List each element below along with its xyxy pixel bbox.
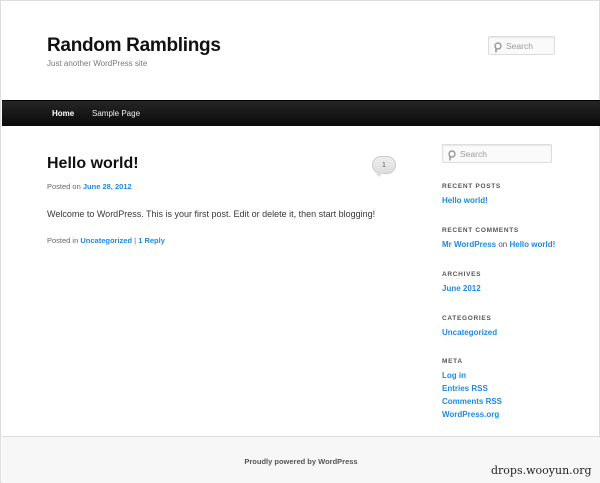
post-title[interactable]: Hello world! (47, 155, 139, 173)
post-category-link[interactable]: Uncategorized (80, 236, 132, 245)
nav-item-sample-page[interactable]: Sample Page (92, 109, 140, 118)
recent-posts-list: Hello world! (442, 194, 488, 207)
list-item: Hello world! (442, 194, 488, 207)
list-item: Comments RSS (442, 395, 502, 408)
search-placeholder: Search (460, 149, 487, 159)
comment-bubble-tail (375, 172, 384, 177)
recent-comments-list: Mr WordPress on Hello world! (442, 238, 555, 251)
list-item: June 2012 (442, 282, 481, 295)
recent-post-link[interactable]: Hello world! (442, 196, 488, 205)
comment-post-link[interactable]: Hello world! (509, 240, 555, 249)
meta-wordpress-org-link[interactable]: WordPress.org (442, 410, 499, 419)
comment-author-link[interactable]: Mr WordPress (442, 240, 496, 249)
archives-heading: Archives (442, 271, 482, 278)
list-item: WordPress.org (442, 408, 502, 421)
search-placeholder: Search (506, 41, 533, 51)
watermark: drops.wooyun.org (491, 464, 592, 477)
list-item: Entries RSS (442, 382, 502, 395)
post-reply-link[interactable]: 1 Reply (138, 236, 165, 245)
main-navigation: Home Sample Page (2, 100, 600, 126)
meta-list: Log in Entries RSS Comments RSS WordPres… (442, 369, 502, 421)
recent-posts-heading: Recent Posts (442, 183, 501, 190)
search-icon (494, 40, 503, 58)
post-meta: Posted on June 28, 2012 (47, 182, 132, 191)
posted-in-label: Posted in (47, 236, 79, 245)
list-item: Uncategorized (442, 326, 497, 339)
site-description: Just another WordPress site (47, 59, 148, 68)
page: Random Ramblings Just another WordPress … (0, 0, 600, 483)
post-footer-separator: | (134, 236, 137, 245)
post-body: Welcome to WordPress. This is your first… (47, 209, 376, 219)
archive-link[interactable]: June 2012 (442, 284, 481, 293)
category-link[interactable]: Uncategorized (442, 328, 497, 337)
meta-comments-rss-link[interactable]: Comments RSS (442, 397, 502, 406)
posted-on-label: Posted on (47, 182, 81, 191)
archives-list: June 2012 (442, 282, 481, 295)
categories-list: Uncategorized (442, 326, 497, 339)
nav-item-home[interactable]: Home (52, 109, 74, 118)
site-title[interactable]: Random Ramblings (47, 35, 221, 57)
meta-entries-rss-link[interactable]: Entries RSS (442, 384, 488, 393)
sidebar-search-input[interactable]: Search (442, 144, 552, 163)
categories-heading: Categories (442, 315, 492, 322)
list-item: Log in (442, 369, 502, 382)
meta-heading: Meta (442, 358, 463, 365)
comment-on-label: on (498, 240, 508, 249)
list-item: Mr WordPress on Hello world! (442, 238, 555, 251)
search-icon (448, 148, 457, 166)
post-date-link[interactable]: June 28, 2012 (83, 182, 132, 191)
meta-login-link[interactable]: Log in (442, 371, 466, 380)
header-search-input[interactable]: Search (488, 36, 555, 55)
post-footer: Posted in Uncategorized | 1 Reply (47, 236, 165, 245)
recent-comments-heading: Recent Comments (442, 227, 519, 234)
